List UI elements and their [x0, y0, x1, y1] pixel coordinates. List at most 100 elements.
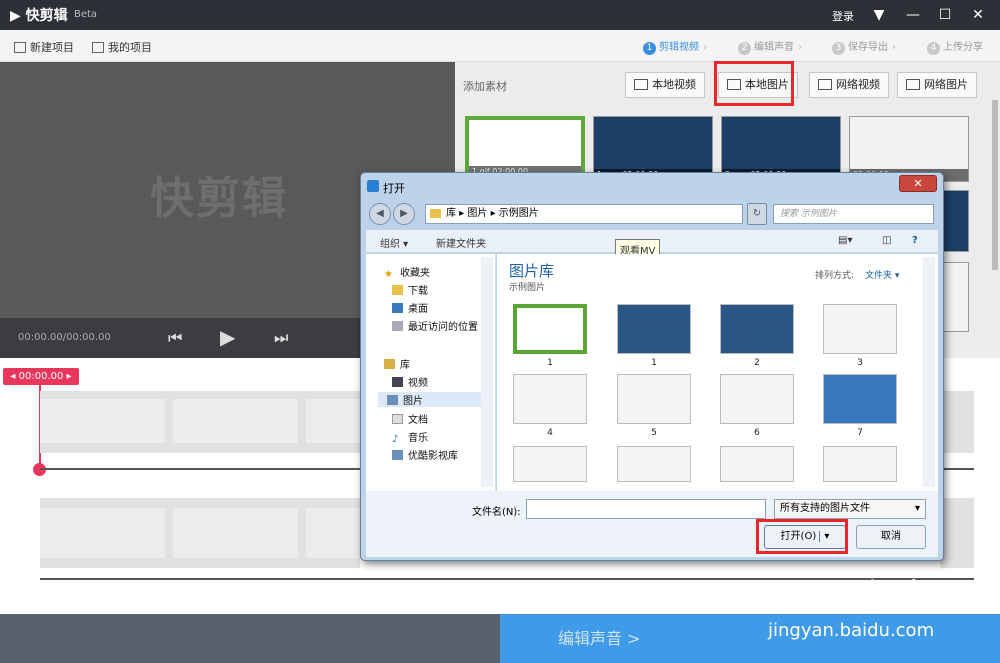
chevron-down-icon: ▾ — [914, 503, 920, 514]
play-icon[interactable]: ▶ — [220, 325, 235, 349]
step-upload-share[interactable]: 4 上传分享 — [927, 38, 983, 55]
file-label: 6 — [754, 428, 760, 438]
view-icon[interactable]: ▤▾ — [838, 235, 852, 246]
step-edit-audio[interactable]: 2 编辑声音 › — [738, 38, 802, 55]
video-track[interactable] — [40, 391, 366, 453]
nav-videos[interactable]: 视频 — [392, 374, 428, 389]
file-thumbnail[interactable] — [720, 446, 794, 482]
refresh-icon[interactable]: ↻ — [747, 203, 767, 225]
track-ruler — [40, 468, 360, 470]
beta-label: Beta — [74, 9, 98, 20]
file-thumbnail[interactable] — [617, 374, 691, 424]
video-icon — [634, 79, 648, 90]
file-label: 2 — [754, 358, 760, 368]
file-label: 1 — [547, 358, 553, 368]
organize-menu[interactable]: 组织 ▾ — [380, 235, 408, 250]
web-image-button[interactable]: 网络图片 — [897, 72, 977, 98]
preview-pane-icon[interactable]: ◫ — [882, 235, 891, 246]
close-icon[interactable]: ✕ — [967, 5, 989, 25]
file-thumbnail[interactable] — [823, 374, 897, 424]
highlight-open-button — [756, 519, 848, 554]
highlight-local-image — [714, 61, 794, 106]
back-icon[interactable]: ◀ — [369, 203, 391, 225]
file-label: 3 — [857, 358, 863, 368]
my-projects-button[interactable]: 我的项目 — [92, 39, 152, 55]
sort-label: 排列方式: — [815, 271, 855, 281]
nav-scrollbar[interactable] — [481, 257, 493, 487]
file-thumbnail[interactable] — [513, 304, 587, 354]
folder-icon — [92, 42, 104, 53]
nav-recent[interactable]: 最近访问的位置 — [392, 318, 478, 333]
sort-dropdown[interactable]: 文件夹 ▾ — [865, 268, 899, 281]
pictures-icon — [387, 395, 398, 405]
filename-input[interactable] — [526, 499, 766, 519]
toolbar: 新建项目 我的项目 1 剪辑视频 › 2 编辑声音 › 3 保存导出 › 4 上传分享 — [0, 30, 1000, 62]
file-thumbnail[interactable] — [513, 446, 587, 482]
new-folder-button[interactable]: 新建文件夹 — [436, 235, 486, 250]
plus-icon — [14, 42, 26, 53]
dialog-navigation-pane: ★ 收藏夹 下载 桌面 最近访问的位置 库 视频 图片 文档 ♪ 音乐 优酷影视库 — [366, 254, 496, 491]
youku-library-icon — [392, 450, 403, 460]
music-icon: ♪ — [392, 434, 399, 445]
next-icon[interactable]: ⏭ — [274, 328, 288, 348]
file-label: 4 — [547, 428, 553, 438]
media-scrollbar[interactable] — [992, 100, 998, 270]
menu-dropdown-icon[interactable]: ▼ — [868, 5, 890, 25]
dialog-file-list: 图片库 示例图片 排列方式: 文件夹 ▾ 1 1 2 3 4 5 6 7 — [497, 254, 938, 491]
desktop-icon — [392, 303, 403, 313]
file-label: 1 — [651, 358, 657, 368]
download-folder-icon — [392, 285, 403, 295]
file-thumbnail[interactable] — [823, 304, 897, 354]
web-video-button[interactable]: 网络视频 — [809, 72, 889, 98]
file-thumbnail[interactable] — [617, 304, 691, 354]
web-video-icon — [818, 79, 832, 90]
login-link[interactable]: 登录 — [832, 8, 854, 24]
baidu-logo: Baidu 经验 — [760, 577, 924, 610]
nav-libraries[interactable]: 库 — [384, 356, 410, 371]
nav-favorites[interactable]: ★ 收藏夹 — [384, 264, 430, 280]
preview-watermark: 快剪辑 — [150, 173, 288, 224]
nav-youku[interactable]: 优酷影视库 — [392, 447, 458, 462]
video-library-icon — [392, 377, 403, 387]
open-file-dialog: 打开 ✕ ◀ ▶ 库 ▸ 图片 ▸ 示例图片 ↻ 搜索 示例图片 组织 ▾ 新建… — [360, 172, 944, 561]
nav-downloads[interactable]: 下载 — [392, 282, 428, 297]
help-icon[interactable]: ? — [912, 235, 918, 246]
cancel-button[interactable]: 取消 — [856, 525, 926, 549]
document-icon — [392, 414, 403, 424]
library-icon — [384, 359, 395, 369]
dialog-title: 打开 — [383, 182, 405, 195]
baidu-url: jingyan.baidu.com — [768, 620, 935, 641]
file-label: 5 — [651, 428, 657, 438]
forward-icon[interactable]: ▶ — [393, 203, 415, 225]
minimize-icon[interactable]: — — [902, 5, 924, 25]
maximize-icon[interactable]: ☐ — [934, 5, 956, 25]
nav-desktop[interactable]: 桌面 — [392, 300, 428, 315]
step-edit-video[interactable]: 1 剪辑视频 › — [643, 38, 707, 55]
new-project-button[interactable]: 新建项目 — [14, 39, 74, 55]
video-track-end — [940, 391, 974, 453]
audio-track[interactable] — [40, 498, 366, 568]
dialog-search-input[interactable]: 搜索 示例图片 — [773, 204, 934, 224]
app-logo: ▶ 快剪辑 — [10, 8, 68, 24]
file-thumbnail[interactable] — [617, 446, 691, 482]
nav-pictures[interactable]: 图片 — [378, 392, 486, 407]
filetype-select[interactable]: 所有支持的图片文件 ▾ — [774, 499, 926, 519]
timeline-cursor[interactable]: ◂ 00:00.00 ▸ — [3, 368, 79, 385]
file-thumbnail[interactable] — [720, 304, 794, 354]
file-thumbnail[interactable] — [823, 446, 897, 482]
nav-documents[interactable]: 文档 — [392, 411, 428, 426]
dialog-app-icon — [367, 180, 379, 192]
file-thumbnail[interactable] — [720, 374, 794, 424]
library-title: 图片库 — [509, 262, 555, 280]
file-list-scrollbar[interactable] — [923, 257, 935, 487]
title-bar: ▶ 快剪辑 Beta 登录 ▼ — ☐ ✕ — [0, 0, 1000, 30]
dialog-close-button[interactable]: ✕ — [899, 175, 937, 192]
web-image-icon — [906, 79, 920, 90]
file-thumbnail[interactable] — [513, 374, 587, 424]
previous-icon[interactable]: ⏮ — [168, 328, 182, 348]
step-save-export[interactable]: 3 保存导出 › — [832, 38, 896, 55]
address-bar[interactable]: 库 ▸ 图片 ▸ 示例图片 — [425, 204, 743, 224]
star-icon: ★ — [384, 269, 393, 280]
local-video-button[interactable]: 本地视频 — [625, 72, 705, 98]
nav-music[interactable]: ♪ 音乐 — [392, 429, 428, 445]
